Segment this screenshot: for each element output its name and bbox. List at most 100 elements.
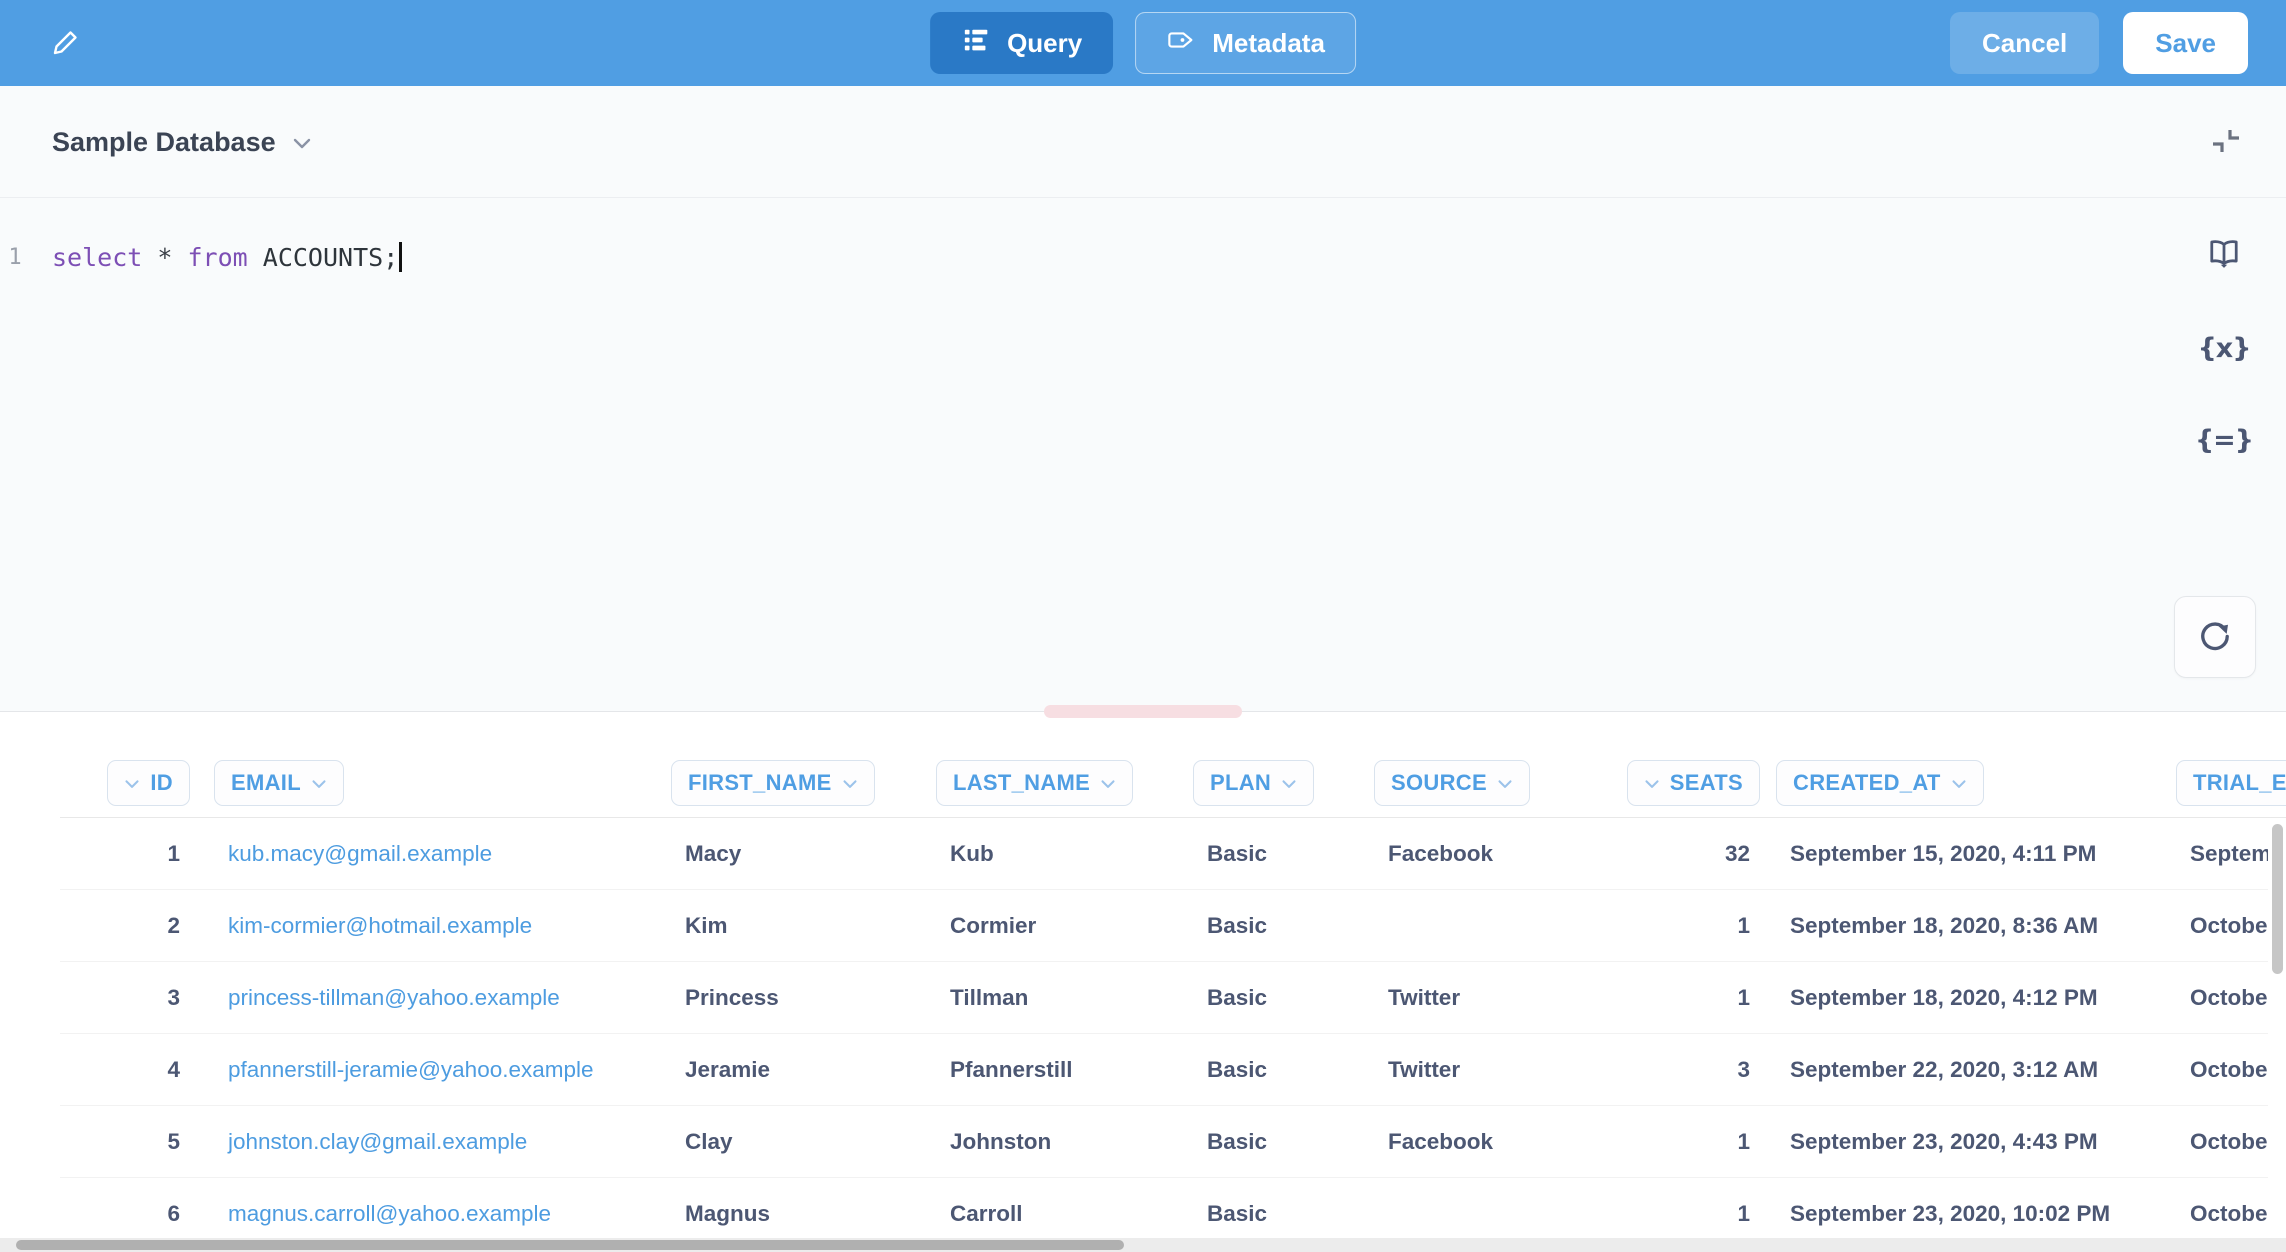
column-label: EMAIL xyxy=(231,770,301,796)
column-header-source[interactable]: SOURCE xyxy=(1374,760,1530,806)
cell-first_name: Princess xyxy=(650,962,915,1033)
pencil-icon xyxy=(50,26,82,61)
cell-seats: 1 xyxy=(1570,890,1760,961)
column-header-cell: TRIAL_E xyxy=(2155,760,2286,817)
cell-seats: 1 xyxy=(1570,1106,1760,1177)
query-editor-pane: Sample Database 1 select * from ACCOUNTS… xyxy=(0,86,2286,712)
cell-email[interactable]: kub.macy@gmail.example xyxy=(190,818,650,889)
table-row[interactable]: 4pfannerstill-jeramie@yahoo.exampleJeram… xyxy=(60,1034,2286,1106)
table-row[interactable]: 3princess-tillman@yahoo.examplePrincess T… xyxy=(60,962,2286,1034)
collapse-icon xyxy=(2208,123,2244,162)
cell-trial_e: Septemb xyxy=(2155,818,2286,889)
column-label: LAST_NAME xyxy=(953,770,1090,796)
collapse-editor-button[interactable] xyxy=(2200,116,2252,168)
column-header-cell: PLAN xyxy=(1175,760,1355,817)
data-reference-button[interactable] xyxy=(2194,236,2254,276)
vertical-scrollbar[interactable] xyxy=(2268,818,2286,1252)
chevron-down-icon xyxy=(292,127,312,158)
cell-first_name: Macy xyxy=(650,818,915,889)
cell-email[interactable]: princess-tillman@yahoo.example xyxy=(190,962,650,1033)
column-label: TRIAL_E xyxy=(2193,770,2286,796)
refresh-query-button[interactable] xyxy=(2174,596,2256,678)
cell-email[interactable]: pfannerstill-jeramie@yahoo.example xyxy=(190,1034,650,1105)
cell-seats: 32 xyxy=(1570,818,1760,889)
column-header-first_name[interactable]: FIRST_NAME xyxy=(671,760,875,806)
cell-source: Twitter xyxy=(1355,962,1570,1033)
column-header-cell: SEATS xyxy=(1570,760,1760,817)
cell-created_at: September 22, 2020, 3:12 AM xyxy=(1760,1034,2155,1105)
column-header-seats[interactable]: SEATS xyxy=(1627,760,1760,806)
chevron-down-icon xyxy=(1951,770,1967,796)
cell-source: Twitter xyxy=(1355,1034,1570,1105)
cell-first_name: Clay xyxy=(650,1106,915,1177)
horizontal-scrollbar[interactable] xyxy=(0,1238,2286,1252)
column-header-cell: FIRST_NAME xyxy=(650,760,915,817)
snippets-button[interactable]: {=} xyxy=(2194,420,2254,460)
database-selector[interactable]: Sample Database xyxy=(52,86,312,198)
results-header-row: ID EMAIL FIRST_NAME LAST_NAME PLAN SOURCE SEAT… xyxy=(60,712,2286,818)
snippets-icon: {=} xyxy=(2195,425,2253,456)
reference-book-icon xyxy=(2206,236,2242,277)
variables-button[interactable]: {x} xyxy=(2194,328,2254,368)
column-label: CREATED_AT xyxy=(1793,770,1941,796)
table-row[interactable]: 2kim-cormier@hotmail.exampleKimCormierBa… xyxy=(60,890,2286,962)
chevron-down-icon xyxy=(1644,770,1660,796)
column-label: PLAN xyxy=(1210,770,1271,796)
column-header-cell: SOURCE xyxy=(1355,760,1570,817)
horizontal-scrollbar-thumb[interactable] xyxy=(16,1240,1124,1250)
tab-metadata[interactable]: Metadata xyxy=(1135,12,1356,74)
cell-trial_e: October xyxy=(2155,1106,2286,1177)
resize-drag-handle[interactable] xyxy=(1044,705,1242,718)
table-row[interactable]: 5johnston.clay@gmail.exampleClayJohnston… xyxy=(60,1106,2286,1178)
cell-last_name: Johnston xyxy=(915,1106,1175,1177)
column-header-created_at[interactable]: CREATED_AT xyxy=(1776,760,1984,806)
cell-email[interactable]: kim-cormier@hotmail.example xyxy=(190,890,650,961)
editor-sidebar-icons: {x} {=} xyxy=(2192,236,2256,460)
cell-created_at: September 18, 2020, 8:36 AM xyxy=(1760,890,2155,961)
top-header-bar: Query Metadata Cancel Save xyxy=(0,0,2286,86)
save-button[interactable]: Save xyxy=(2123,12,2248,74)
cell-source: Facebook xyxy=(1355,1106,1570,1177)
cell-plan: Basic xyxy=(1175,962,1355,1033)
table-row[interactable]: 1kub.macy@gmail.exampleMacyKubBasicFaceb… xyxy=(60,818,2286,890)
cell-plan: Basic xyxy=(1175,818,1355,889)
cell-created_at: September 23, 2020, 4:43 PM xyxy=(1760,1106,2155,1177)
column-header-id[interactable]: ID xyxy=(107,760,190,806)
column-header-plan[interactable]: PLAN xyxy=(1193,760,1314,806)
cell-id: 3 xyxy=(60,962,190,1033)
cell-plan: Basic xyxy=(1175,890,1355,961)
cell-last_name: Cormier xyxy=(915,890,1175,961)
cell-trial_e: October xyxy=(2155,890,2286,961)
cell-created_at: September 15, 2020, 4:11 PM xyxy=(1760,818,2155,889)
tag-icon xyxy=(1166,25,1196,62)
chevron-down-icon xyxy=(1497,770,1513,796)
cell-source: Facebook xyxy=(1355,818,1570,889)
tab-query[interactable]: Query xyxy=(930,12,1113,74)
vertical-scrollbar-thumb[interactable] xyxy=(2272,824,2283,974)
sql-editor[interactable]: 1 select * from ACCOUNTS; xyxy=(0,198,2286,318)
column-label: SOURCE xyxy=(1391,770,1487,796)
query-results-table: ID EMAIL FIRST_NAME LAST_NAME PLAN SOURCE SEAT… xyxy=(0,712,2286,1252)
cell-seats: 3 xyxy=(1570,1034,1760,1105)
column-label: SEATS xyxy=(1670,770,1743,796)
cell-email[interactable]: johnston.clay@gmail.example xyxy=(190,1106,650,1177)
sql-code-line: select * from ACCOUNTS; xyxy=(52,242,402,272)
chevron-down-icon xyxy=(1281,770,1297,796)
cell-last_name: Kub xyxy=(915,818,1175,889)
cell-seats: 1 xyxy=(1570,962,1760,1033)
column-header-email[interactable]: EMAIL xyxy=(214,760,344,806)
column-header-last_name[interactable]: LAST_NAME xyxy=(936,760,1133,806)
cell-id: 5 xyxy=(60,1106,190,1177)
edit-question-button[interactable] xyxy=(40,19,92,67)
cancel-button[interactable]: Cancel xyxy=(1950,12,2099,74)
text-cursor xyxy=(399,242,402,272)
cell-id: 2 xyxy=(60,890,190,961)
line-number: 1 xyxy=(0,245,30,270)
column-label: FIRST_NAME xyxy=(688,770,832,796)
column-header-trial_e[interactable]: TRIAL_E xyxy=(2176,760,2286,806)
chevron-down-icon xyxy=(124,770,140,796)
database-row: Sample Database xyxy=(0,86,2286,198)
cell-id: 4 xyxy=(60,1034,190,1105)
editor-mode-tabs: Query Metadata xyxy=(930,12,1356,74)
metabase-question-editor: Query Metadata Cancel Save Sample Databa… xyxy=(0,0,2286,1252)
